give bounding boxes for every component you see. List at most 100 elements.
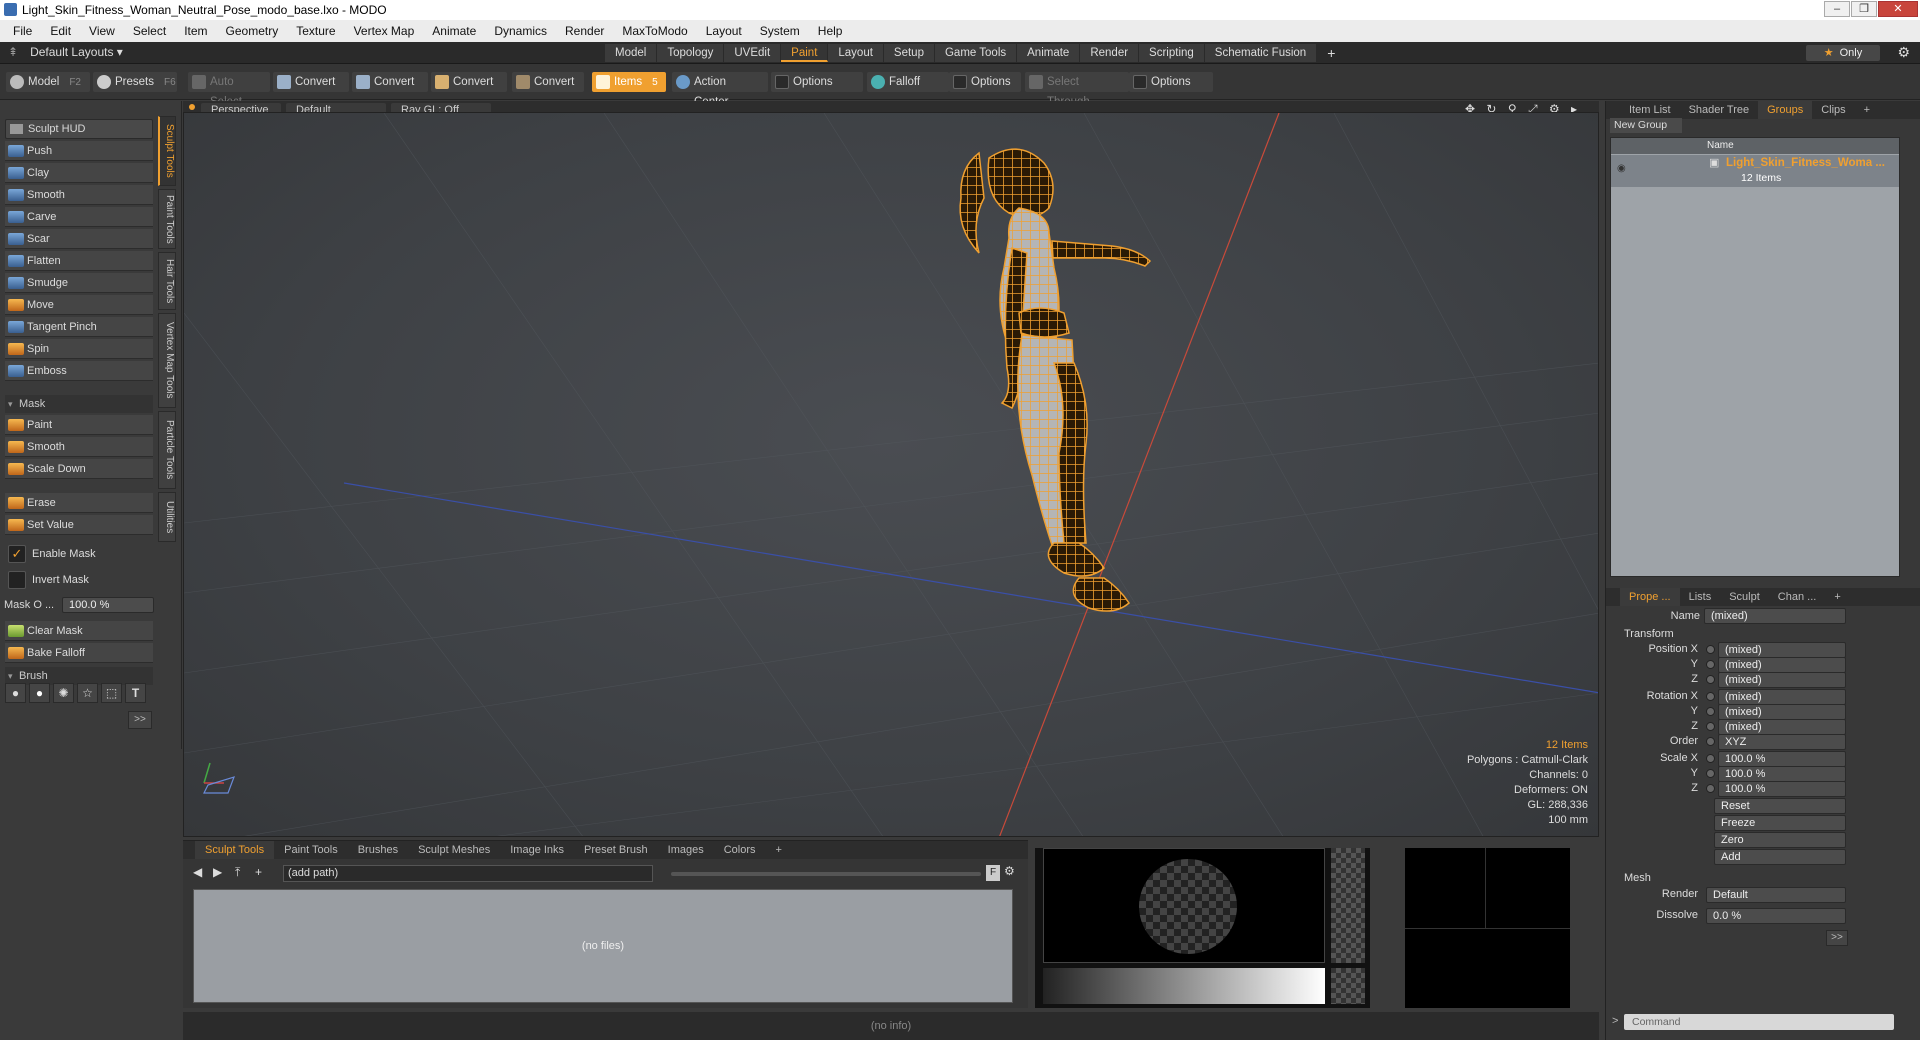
- mask-smooth-button[interactable]: Smooth: [5, 437, 153, 457]
- tool-move[interactable]: Move: [5, 295, 153, 315]
- tab-model[interactable]: Model: [605, 44, 658, 62]
- tab-paint[interactable]: Paint: [781, 44, 829, 62]
- name-column[interactable]: Name: [1707, 140, 1734, 151]
- tab-render[interactable]: Render: [1080, 44, 1140, 62]
- transform-section[interactable]: Transform: [1624, 628, 1674, 640]
- more-tools-button[interactable]: >>: [128, 711, 152, 729]
- keyframe-dot[interactable]: [1706, 645, 1715, 654]
- viewport-menu-icon[interactable]: [189, 104, 195, 110]
- clear-mask-button[interactable]: Clear Mask: [5, 621, 153, 641]
- vtab-vertex-map-tools[interactable]: Vertex Map Tools: [158, 313, 176, 408]
- keyframe-dot[interactable]: [1706, 675, 1715, 684]
- tab-add-panel[interactable]: +: [1855, 101, 1879, 119]
- filter-button[interactable]: F: [986, 865, 1000, 881]
- menu-texture[interactable]: Texture: [287, 24, 344, 38]
- keyframe-dot[interactable]: [1706, 660, 1715, 669]
- layout-selector[interactable]: ⇞ Default Layouts ▾: [8, 45, 123, 59]
- menu-animate[interactable]: Animate: [423, 24, 485, 38]
- menu-select[interactable]: Select: [124, 24, 175, 38]
- btab-images[interactable]: Images: [658, 841, 714, 859]
- rotation-y-field[interactable]: (mixed): [1718, 704, 1846, 720]
- alpha-swatch[interactable]: [1331, 968, 1365, 1004]
- menu-system[interactable]: System: [751, 24, 809, 38]
- up-folder-icon[interactable]: ⤒: [235, 865, 240, 880]
- tab-setup[interactable]: Setup: [883, 44, 935, 62]
- mask-section-header[interactable]: Mask: [5, 395, 153, 413]
- scale-y-field[interactable]: 100.0 %: [1718, 766, 1846, 782]
- tab-clips[interactable]: Clips: [1812, 101, 1854, 119]
- btab-colors[interactable]: Colors: [714, 841, 766, 859]
- vtab-sculpt-tools[interactable]: Sculpt Tools: [158, 116, 176, 186]
- menu-vertex-map[interactable]: Vertex Map: [345, 24, 424, 38]
- visibility-eye-icon[interactable]: ◉: [1617, 163, 1626, 174]
- menu-file[interactable]: File: [4, 24, 41, 38]
- keyframe-dot[interactable]: [1706, 784, 1715, 793]
- keyframe-dot[interactable]: [1706, 722, 1715, 731]
- back-arrow-icon[interactable]: ◀: [193, 865, 202, 879]
- rotation-order-select[interactable]: XYZ: [1718, 734, 1846, 750]
- zero-dropdown[interactable]: Zero: [1714, 832, 1846, 848]
- mask-erase-button[interactable]: Erase: [5, 493, 153, 513]
- tab-shader-tree[interactable]: Shader Tree: [1680, 101, 1759, 119]
- gear-icon[interactable]: ⚙: [1897, 44, 1910, 61]
- rotation-x-field[interactable]: (mixed): [1718, 689, 1846, 705]
- custom-brush-icon[interactable]: ⬚: [101, 683, 122, 703]
- character-wireframe[interactable]: [959, 148, 1152, 612]
- file-browser-area[interactable]: (no files): [193, 889, 1013, 1003]
- position-z-field[interactable]: (mixed): [1718, 672, 1846, 688]
- minimize-button[interactable]: –: [1824, 1, 1850, 17]
- command-input[interactable]: Command: [1624, 1014, 1894, 1030]
- soft-brush-icon[interactable]: ●: [5, 683, 26, 703]
- text-brush-icon[interactable]: T: [125, 683, 146, 703]
- menu-dynamics[interactable]: Dynamics: [485, 24, 556, 38]
- falloff-gradient[interactable]: [1043, 968, 1325, 1004]
- keyframe-dot[interactable]: [1706, 737, 1715, 746]
- tab-lists[interactable]: Lists: [1680, 588, 1721, 606]
- mask-scale-down-button[interactable]: Scale Down: [5, 459, 153, 479]
- select-through-options-button[interactable]: Options: [1129, 72, 1213, 92]
- mesh-section[interactable]: Mesh: [1624, 872, 1651, 884]
- tab-channels[interactable]: Chan ...: [1769, 588, 1826, 606]
- more-properties-button[interactable]: >>: [1826, 930, 1848, 946]
- presets-button[interactable]: Presets F6: [93, 72, 177, 92]
- forward-arrow-icon[interactable]: ▶: [213, 865, 222, 879]
- tab-add-prop-panel[interactable]: +: [1825, 588, 1849, 606]
- only-toggle[interactable]: ★ Only: [1806, 45, 1880, 61]
- hard-brush-icon[interactable]: ●: [29, 683, 50, 703]
- add-tab-button[interactable]: +: [1317, 44, 1347, 62]
- tab-properties[interactable]: Prope ...: [1620, 588, 1680, 606]
- menu-item[interactable]: Item: [175, 24, 216, 38]
- btab-brushes[interactable]: Brushes: [348, 841, 408, 859]
- menu-geometry[interactable]: Geometry: [217, 24, 288, 38]
- scale-x-field[interactable]: 100.0 %: [1718, 751, 1846, 767]
- scale-z-field[interactable]: 100.0 %: [1718, 781, 1846, 797]
- mask-paint-button[interactable]: Paint: [5, 415, 153, 435]
- tool-tangent-pinch[interactable]: Tangent Pinch: [5, 317, 153, 337]
- position-x-field[interactable]: (mixed): [1718, 642, 1846, 658]
- reset-dropdown[interactable]: Reset: [1714, 798, 1846, 814]
- tab-uvedit[interactable]: UVEdit: [724, 44, 782, 62]
- menu-render[interactable]: Render: [556, 24, 613, 38]
- tab-sculpt[interactable]: Sculpt: [1720, 588, 1769, 606]
- color-swatch-strip[interactable]: [1331, 848, 1365, 963]
- freeze-dropdown[interactable]: Freeze: [1714, 815, 1846, 831]
- tool-push[interactable]: Push: [5, 141, 153, 161]
- rotation-z-field[interactable]: (mixed): [1718, 719, 1846, 735]
- new-group-button[interactable]: New Group: [1610, 118, 1682, 133]
- btab-paint-tools[interactable]: Paint Tools: [274, 841, 348, 859]
- vtab-paint-tools[interactable]: Paint Tools: [158, 189, 176, 249]
- tab-animate[interactable]: Animate: [1017, 44, 1081, 62]
- menu-layout[interactable]: Layout: [697, 24, 751, 38]
- model-button[interactable]: Model F2: [6, 72, 90, 92]
- keyframe-dot[interactable]: [1706, 692, 1715, 701]
- bake-falloff-button[interactable]: Bake Falloff: [5, 643, 153, 663]
- maximize-button[interactable]: ❐: [1851, 1, 1877, 17]
- keyframe-dot[interactable]: [1706, 754, 1715, 763]
- render-select[interactable]: Default: [1706, 887, 1846, 903]
- btab-sculpt-tools[interactable]: Sculpt Tools: [195, 841, 275, 859]
- close-button[interactable]: ✕: [1878, 1, 1918, 17]
- vtab-hair-tools[interactable]: Hair Tools: [158, 252, 176, 310]
- position-y-field[interactable]: (mixed): [1718, 657, 1846, 673]
- mask-set-value-button[interactable]: Set Value: [5, 515, 153, 535]
- tab-schematic-fusion[interactable]: Schematic Fusion: [1204, 44, 1318, 62]
